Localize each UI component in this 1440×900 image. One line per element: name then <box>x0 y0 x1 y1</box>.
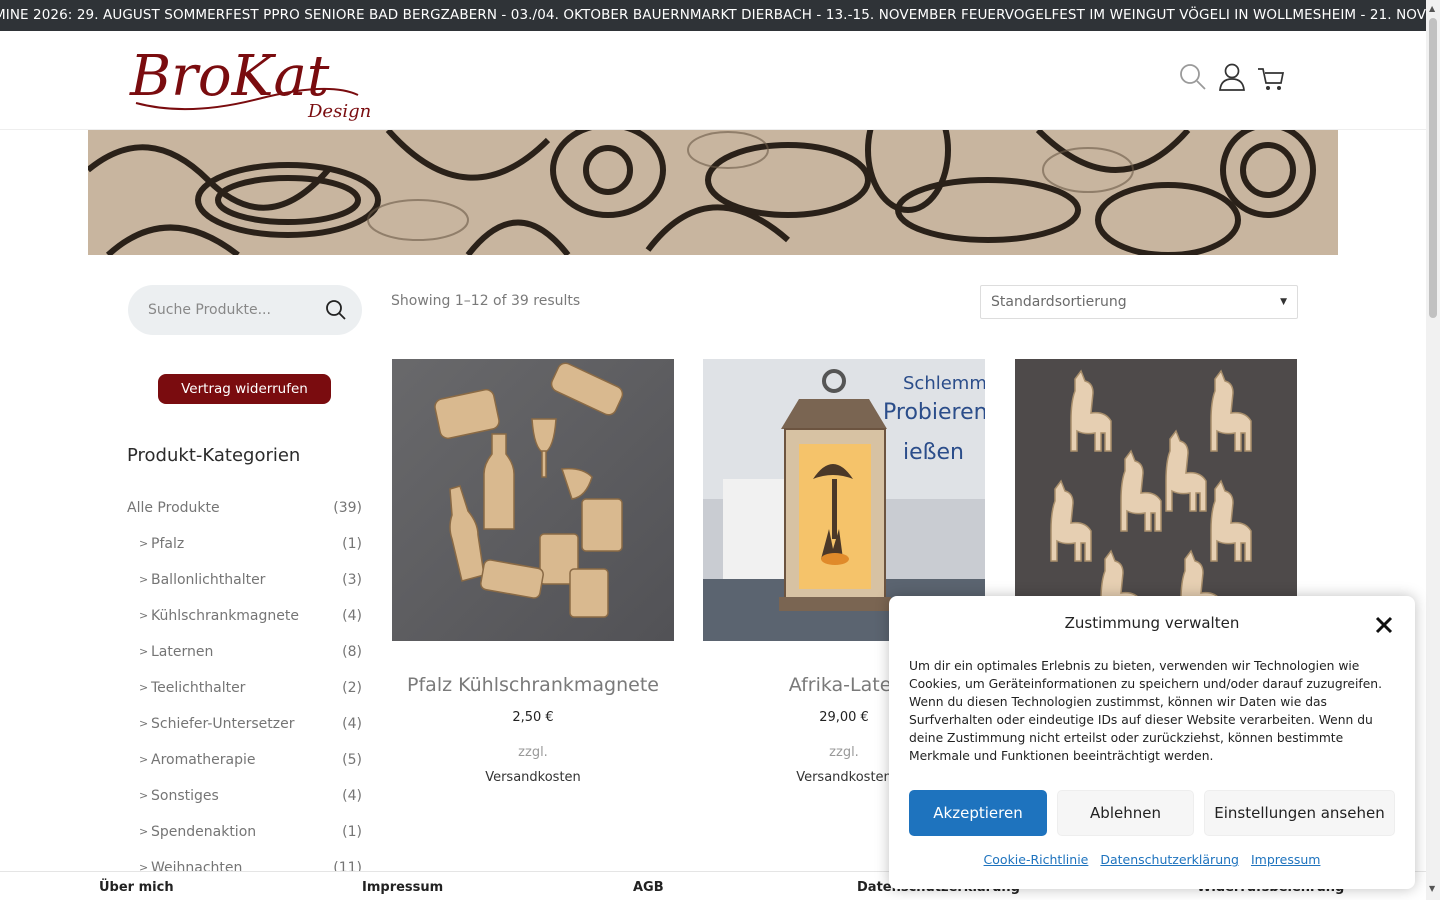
accept-cookies-button[interactable]: Akzeptieren <box>909 790 1047 836</box>
chevron-down-icon: ▼ <box>1280 297 1287 307</box>
category-count: (8) <box>342 644 362 660</box>
category-count: (2) <box>342 680 362 696</box>
category-item-laternen[interactable]: > Laternen (8) <box>127 634 362 670</box>
chevron-right-icon: > <box>139 609 149 622</box>
category-count: (5) <box>342 752 362 768</box>
sort-selected-value: Standardsortierung <box>991 294 1127 310</box>
search-submit-icon[interactable] <box>324 298 348 322</box>
cookie-policy-link[interactable]: Cookie-Richtlinie <box>984 852 1089 867</box>
cookie-dialog-text: Um dir ein optimales Erlebnis zu bieten,… <box>909 659 1382 763</box>
category-item-aromatherapie[interactable]: > Aromatherapie (5) <box>127 742 362 778</box>
category-name: Pfalz <box>151 536 185 552</box>
category-count: (1) <box>342 536 362 552</box>
product-tax-note: zzgl. <box>518 745 548 760</box>
category-item-sonstiges[interactable]: > Sonstiges (4) <box>127 778 362 814</box>
category-list: Alle Produkte (39) > Pfalz (1) > Ballonl… <box>127 490 362 886</box>
view-preferences-button[interactable]: Einstellungen ansehen <box>1204 790 1395 836</box>
product-price: 2,50 € <box>512 710 554 725</box>
cart-icon[interactable] <box>1255 61 1287 93</box>
product-title[interactable]: Pfalz Kühlschrankmagnete <box>392 671 674 700</box>
user-icon[interactable] <box>1216 61 1248 93</box>
category-name: Kühlschrankmagnete <box>151 608 299 624</box>
footer-link-impressum[interactable]: Impressum <box>362 880 443 895</box>
product-card: Pfalz Kühlschrankmagnete 2,50 € zzgl. Ve… <box>392 359 674 785</box>
product-search-box <box>128 285 362 335</box>
scroll-down-icon[interactable]: ▼ <box>1429 884 1435 893</box>
cookie-consent-dialog: Zustimmung verwalten Um dir ein optimale… <box>889 596 1415 889</box>
announcement-ticker: MINE 2026: 29. AUGUST SOMMERFEST PPRO SE… <box>0 0 1440 31</box>
category-item-kuehlschrankmagnete[interactable]: > Kühlschrankmagnete (4) <box>127 598 362 634</box>
category-count: (4) <box>342 788 362 804</box>
chevron-right-icon: > <box>139 717 149 730</box>
category-count: (3) <box>342 572 362 588</box>
category-item-all[interactable]: Alle Produkte (39) <box>127 490 362 526</box>
hero-banner <box>88 130 1338 255</box>
cookie-dialog-title: Zustimmung verwalten <box>1064 614 1240 632</box>
cookie-links: Cookie-Richtlinie Datenschutzerklärung I… <box>889 852 1415 867</box>
category-count: (4) <box>342 608 362 624</box>
imprint-link[interactable]: Impressum <box>1251 852 1320 867</box>
logo-sub-text: Design <box>307 101 371 122</box>
product-search-input[interactable] <box>148 299 318 321</box>
chevron-right-icon: > <box>139 825 149 838</box>
svg-text:ießen: ießen <box>903 440 964 465</box>
scroll-up-icon[interactable]: ▲ <box>1429 4 1435 13</box>
svg-text:Schlemmen: Schlemmen <box>903 373 985 394</box>
category-item-teelichthalter[interactable]: > Teelichthalter (2) <box>127 670 362 706</box>
chevron-right-icon: > <box>139 537 149 550</box>
category-name: Schiefer-Untersetzer <box>151 716 295 732</box>
product-image[interactable] <box>392 359 674 641</box>
category-item-pfalz[interactable]: > Pfalz (1) <box>127 526 362 562</box>
category-count: (4) <box>342 716 362 732</box>
categories-heading: Produkt-Kategorien <box>127 445 301 466</box>
category-item-schiefer-untersetzer[interactable]: > Schiefer-Untersetzer (4) <box>127 706 362 742</box>
page-scrollbar[interactable]: ▲ ▼ <box>1426 0 1440 900</box>
footer-link-ueber-mich[interactable]: Über mich <box>99 880 174 895</box>
brokat-logo[interactable]: BroKat Design <box>128 37 378 123</box>
close-icon[interactable] <box>1373 614 1395 636</box>
deny-cookies-button[interactable]: Ablehnen <box>1057 790 1194 836</box>
category-item-ballonlichthalter[interactable]: > Ballonlichthalter (3) <box>127 562 362 598</box>
chevron-right-icon: > <box>139 681 149 694</box>
category-count: (1) <box>342 824 362 840</box>
category-name: Alle Produkte <box>127 500 220 516</box>
ticker-text: MINE 2026: 29. AUGUST SOMMERFEST PPRO SE… <box>0 7 1440 23</box>
category-item-spendenaktion[interactable]: > Spendenaktion (1) <box>127 814 362 850</box>
category-count: (39) <box>333 500 362 516</box>
revoke-contract-button[interactable]: Vertrag widerrufen <box>158 374 331 404</box>
logo-main-text: BroKat <box>129 44 330 109</box>
footer-link-agb[interactable]: AGB <box>633 880 664 895</box>
chevron-right-icon: > <box>139 753 149 766</box>
chevron-right-icon: > <box>139 645 149 658</box>
sort-dropdown[interactable]: Standardsortierung ▼ <box>980 285 1298 319</box>
shipping-link[interactable]: Versandkosten <box>392 770 674 785</box>
site-header: BroKat Design <box>0 31 1440 130</box>
chevron-right-icon: > <box>139 789 149 802</box>
search-icon[interactable] <box>1177 61 1209 93</box>
chevron-right-icon: > <box>139 573 149 586</box>
privacy-policy-link[interactable]: Datenschutzerklärung <box>1100 852 1239 867</box>
svg-text:Probieren: Probieren <box>883 400 985 425</box>
result-count: Showing 1–12 of 39 results <box>391 293 581 309</box>
scrollbar-thumb[interactable] <box>1429 18 1437 318</box>
